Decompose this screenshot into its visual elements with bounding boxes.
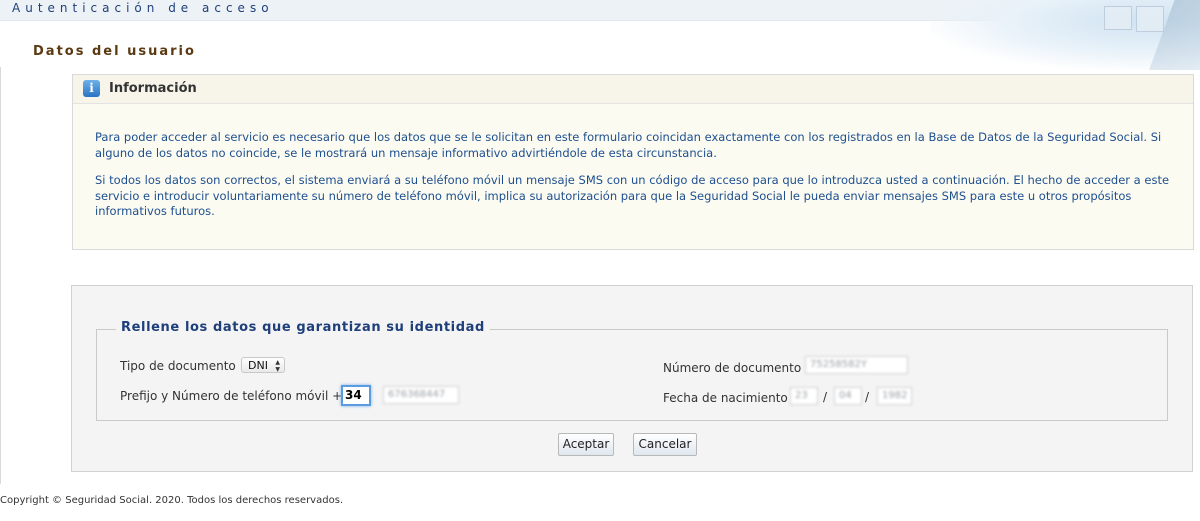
document-type-value: DNI <box>248 359 268 372</box>
date-separator: / <box>865 390 870 404</box>
section-title: Datos del usuario <box>33 44 196 59</box>
copyright-footer: Copyright © Seguridad Social. 2020. Todo… <box>0 495 344 506</box>
info-icon: i <box>83 80 100 97</box>
phone-prefix-input[interactable]: 34 <box>341 385 371 406</box>
document-number-label: Número de documento <box>663 361 802 375</box>
form-panel: Rellene los datos que garantizan su iden… <box>71 285 1193 472</box>
document-type-label: Tipo de documento <box>120 359 236 373</box>
document-number-input[interactable]: 75258582Y <box>805 356 908 374</box>
birth-month-input[interactable]: 04 <box>834 387 862 405</box>
phone-number-input[interactable]: 676368447 <box>383 386 459 404</box>
document-type-select[interactable]: DNI ▲ ▼ <box>241 357 285 373</box>
identity-fieldset: Rellene los datos que garantizan su iden… <box>96 320 1168 421</box>
info-panel-header: i Información <box>73 75 1193 104</box>
content-border <box>0 67 1 484</box>
birth-day-input[interactable]: 23 <box>790 387 818 405</box>
accept-button[interactable]: Aceptar <box>558 433 614 456</box>
info-body: Para poder acceder al servicio es necesa… <box>73 104 1193 220</box>
updown-arrow-icon: ▲ ▼ <box>275 359 280 373</box>
cancel-button[interactable]: Cancelar <box>633 433 697 456</box>
monitor-icon <box>1136 6 1164 32</box>
birth-year-input[interactable]: 1982 <box>877 387 912 405</box>
info-panel: i Información Para poder acceder al serv… <box>72 74 1194 250</box>
info-paragraph: Para poder acceder al servicio es necesa… <box>95 130 1162 160</box>
info-paragraph: Si todos los datos son correctos, el sis… <box>95 173 1170 218</box>
header-decoration <box>930 0 1200 70</box>
info-title: Información <box>109 81 197 96</box>
date-separator: / <box>823 390 828 404</box>
app-title: Autenticación de acceso <box>12 1 274 15</box>
fieldset-legend: Rellene los datos que garantizan su iden… <box>116 320 490 335</box>
phone-label: Prefijo y Número de teléfono móvil + <box>120 389 343 403</box>
monitor-icon <box>1104 6 1132 30</box>
birth-date-label: Fecha de nacimiento <box>663 391 788 405</box>
